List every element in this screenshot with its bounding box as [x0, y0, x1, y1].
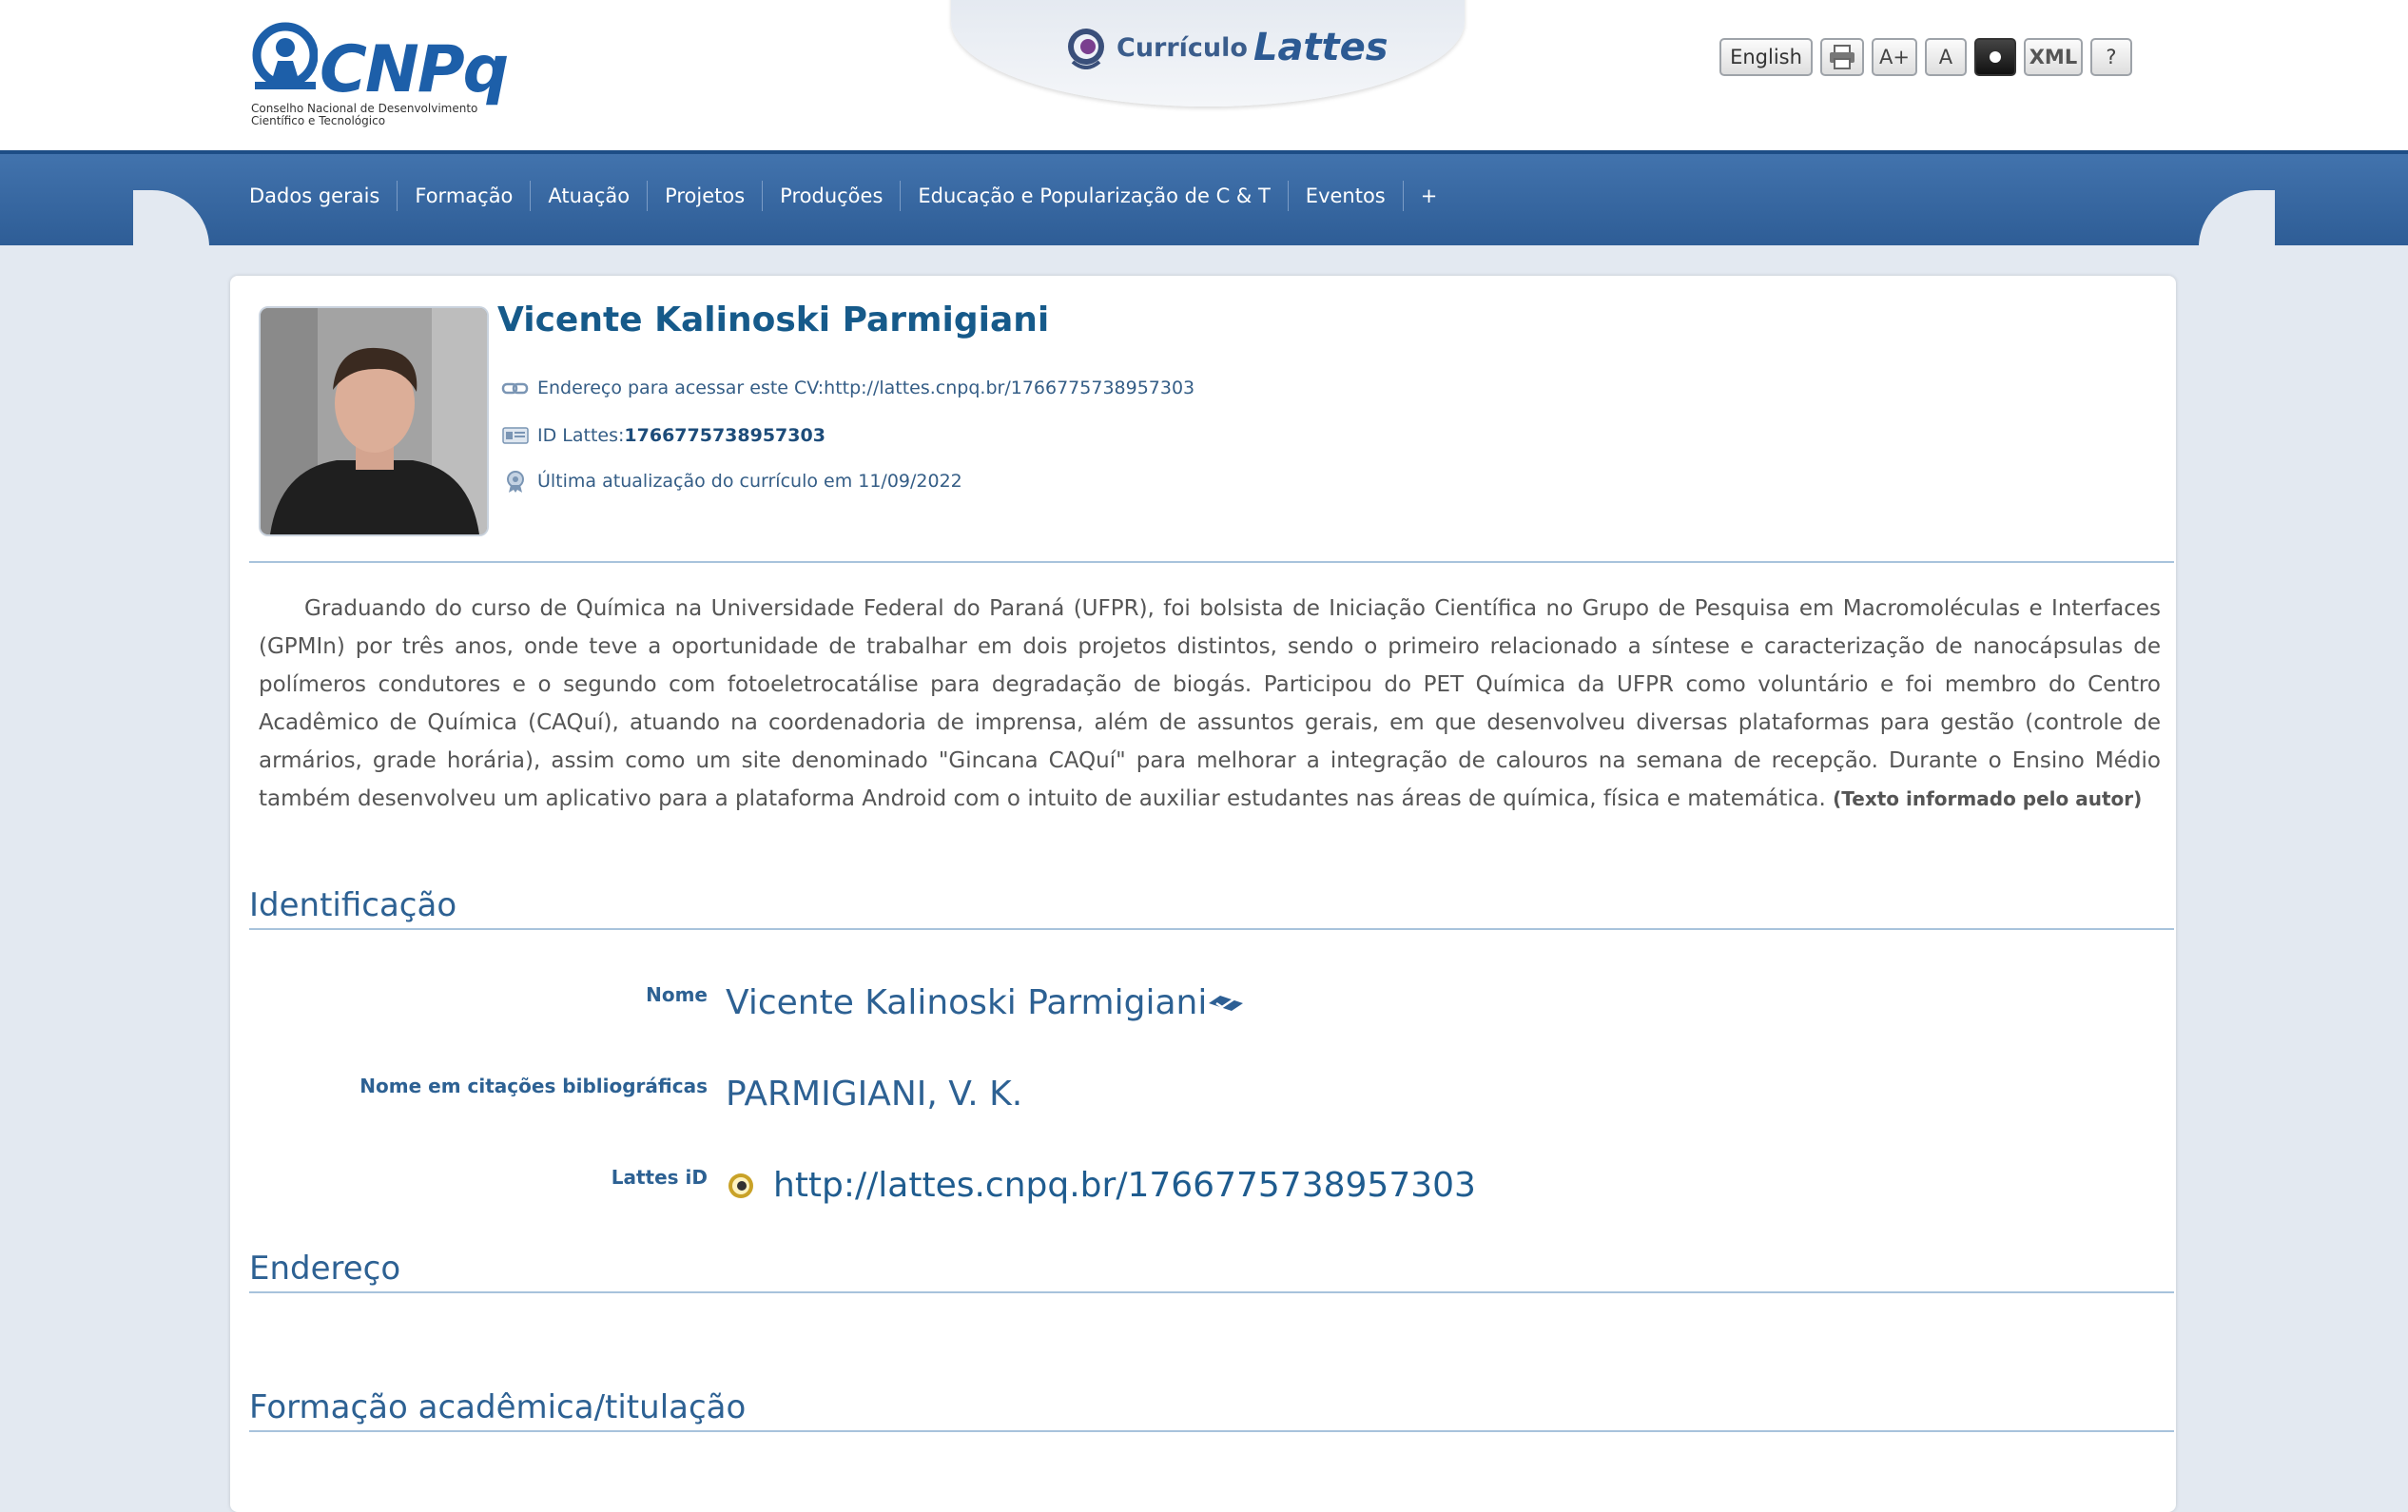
help-button[interactable]: ? [2089, 38, 2132, 76]
nav-producoes[interactable]: Produções [762, 181, 900, 211]
citacoes-label: Nome em citações bibliográficas [359, 1075, 708, 1097]
cv-address-row: Endereço para acessar este CV: http://la… [501, 377, 1194, 399]
font-normal-button[interactable]: A [1924, 38, 1967, 76]
lattes-id-field-label: Lattes iD [611, 1166, 708, 1189]
resumo-author-note: (Texto informado pelo autor) [1833, 787, 2143, 810]
lattes-id-link[interactable]: http://lattes.cnpq.br/1766775738957303 [773, 1166, 1476, 1205]
cv-address-link[interactable]: http://lattes.cnpq.br/1766775738957303 [824, 378, 1194, 398]
last-update-row: Última atualização do currículo em 11/09… [501, 470, 962, 493]
nav-more[interactable]: + [1402, 181, 1455, 211]
last-update-text: Última atualização do currículo em 11/09… [537, 471, 962, 492]
id-card-icon [502, 427, 529, 444]
lattes-logo-big: Lattes [1253, 26, 1388, 69]
nome-value: Vicente Kalinoski Parmigiani [726, 983, 1245, 1022]
profile-name: Vicente Kalinoski Parmigiani [497, 300, 1050, 339]
profile-separator [249, 561, 2174, 563]
nome-label: Nome [646, 983, 708, 1006]
xml-button[interactable]: XML [2023, 38, 2083, 76]
section-endereco-title: Endereço [249, 1250, 2174, 1293]
cnpq-logo-subtitle: Conselho Nacional de Desenvolvimento Cie… [251, 102, 478, 127]
lattes-id-row: ID Lattes: 1766775738957303 [501, 424, 825, 447]
top-header: CNPq Conselho Nacional de Desenvolviment… [0, 0, 2408, 150]
cnpq-logo-text: CNPq [320, 32, 509, 107]
profile-photo [259, 306, 489, 536]
print-icon [1830, 45, 1855, 69]
profile-photo-image [261, 308, 487, 534]
citacoes-value: PARMIGIANI, V. K. [726, 1075, 1023, 1114]
lattes-eye-icon [728, 1173, 753, 1198]
resumo-text: Graduando do curso de Química na Univers… [259, 590, 2161, 818]
section-formacao-title: Formação acadêmica/titulação [249, 1388, 2174, 1432]
nav-atuacao[interactable]: Atuação [530, 181, 647, 211]
nav-projetos[interactable]: Projetos [647, 181, 762, 211]
toolbar: English A+ A XML ? [1719, 38, 2132, 76]
print-button[interactable] [1820, 38, 1864, 76]
lattes-id-value: 1766775738957303 [624, 425, 825, 446]
verified-badge-icon [1209, 995, 1244, 1011]
link-icon [501, 382, 529, 395]
nome-value-text: Vicente Kalinoski Parmigiani [726, 983, 1208, 1022]
cv-address-label: Endereço para acessar este CV: [537, 378, 825, 398]
lattes-id-field: http://lattes.cnpq.br/1766775738957303 [726, 1166, 1476, 1205]
lattes-badge-icon [1068, 29, 1104, 69]
english-button[interactable]: English [1719, 38, 1813, 76]
nav-dados-gerais[interactable]: Dados gerais [249, 181, 397, 211]
lattes-logo-small: Currículo [1117, 32, 1248, 63]
cnpq-logo[interactable]: CNPq Conselho Nacional de Desenvolviment… [249, 19, 509, 133]
contrast-icon [1989, 51, 2001, 63]
nav-educacao[interactable]: Educação e Popularização de C & T [900, 181, 1287, 211]
lattes-id-label: ID Lattes: [537, 425, 625, 446]
cnpq-emblem-icon [252, 22, 318, 89]
high-contrast-button[interactable] [1973, 38, 2016, 76]
update-badge-icon [507, 471, 524, 493]
nav-eventos[interactable]: Eventos [1287, 181, 1403, 211]
resumo-body: Graduando do curso de Química na Univers… [259, 596, 2161, 811]
font-increase-button[interactable]: A+ [1872, 38, 1917, 76]
nav-formacao[interactable]: Formação [397, 181, 530, 211]
curriculo-lattes-logo[interactable]: Currículo Lattes [1065, 21, 1388, 74]
main-nav: Dados gerais Formação Atuação Projetos P… [249, 181, 1454, 211]
section-identificacao-title: Identificação [249, 886, 2174, 930]
